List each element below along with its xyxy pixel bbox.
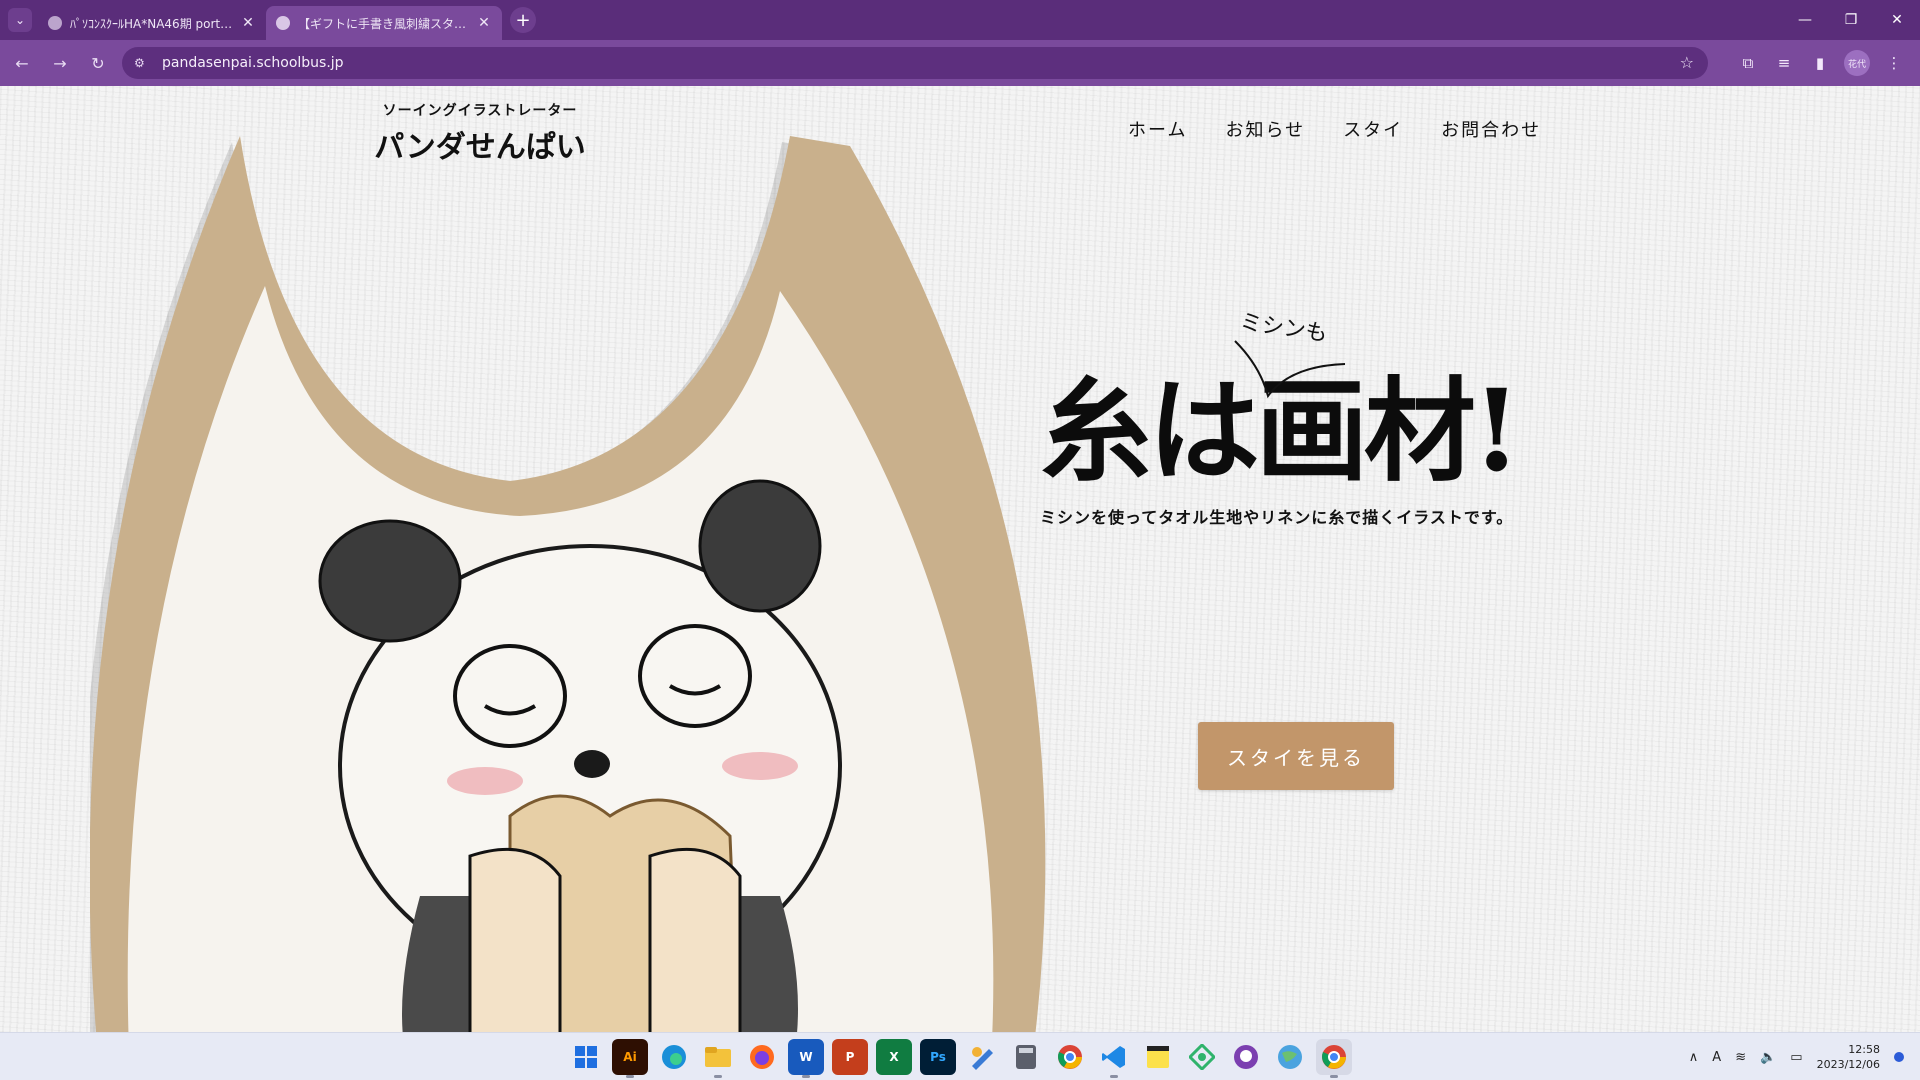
forward-arrow-icon[interactable]: → bbox=[44, 47, 76, 79]
green-app-icon[interactable] bbox=[1184, 1039, 1220, 1075]
site-logo[interactable]: ソーイングイラストレーター パンダせんぱい bbox=[370, 100, 590, 166]
nav-home[interactable]: ホーム bbox=[1128, 116, 1187, 142]
word-icon[interactable]: W bbox=[788, 1039, 824, 1078]
powerpoint-icon[interactable]: P bbox=[832, 1039, 868, 1075]
windows-taskbar: Ai W P X Ps ∧ A ≋ 🔈 ▭ 12:58 2023/12/06 bbox=[0, 1032, 1920, 1080]
clock[interactable]: 12:58 2023/12/06 bbox=[1817, 1042, 1880, 1072]
bib-illustration bbox=[90, 136, 1046, 1032]
view-bibs-button[interactable]: スタイを見る bbox=[1198, 722, 1394, 790]
tab-portfolio[interactable]: ﾊﾟｿｺﾝｽｸｰﾙHA*NA46期 portfolio ✕ bbox=[38, 6, 266, 40]
vscode-icon[interactable] bbox=[1096, 1039, 1132, 1078]
toolbar-actions: ⧉ ≡ ▮ 花代 ⋮ bbox=[1730, 40, 1912, 86]
site-favicon-icon bbox=[48, 16, 62, 30]
paint-icon[interactable] bbox=[964, 1039, 1000, 1075]
page-viewport: ソーイングイラストレーター パンダせんぱい ホーム お知らせ スタイ お問合わせ… bbox=[0, 86, 1920, 1032]
illustrator-icon[interactable]: Ai bbox=[612, 1039, 648, 1078]
nav-news[interactable]: お知らせ bbox=[1225, 116, 1305, 142]
notification-icon[interactable] bbox=[1894, 1052, 1904, 1062]
tab-search-button[interactable]: ⌄ bbox=[8, 8, 32, 32]
new-tab-button[interactable]: + bbox=[510, 7, 536, 33]
calculator-icon[interactable] bbox=[1008, 1039, 1044, 1075]
ime-icon[interactable]: A bbox=[1712, 1050, 1721, 1065]
chevron-up-icon[interactable]: ∧ bbox=[1689, 1050, 1699, 1065]
excel-icon[interactable]: X bbox=[876, 1039, 912, 1075]
address-bar[interactable]: ⚙ pandasenpai.schoolbus.jp ☆ bbox=[122, 47, 1708, 79]
nav-contact[interactable]: お問合わせ bbox=[1441, 116, 1541, 142]
browser-toolbar: ← → ↻ ⚙ pandasenpai.schoolbus.jp ☆ ⧉ ≡ ▮… bbox=[0, 40, 1920, 86]
clock-date: 2023/12/06 bbox=[1816, 1058, 1880, 1071]
edge-icon[interactable] bbox=[656, 1039, 692, 1075]
tab-pandasenpai[interactable]: 【ギフトに手書き風刺繍スタイはいかが ✕ bbox=[266, 6, 502, 40]
firefox-icon[interactable] bbox=[744, 1039, 780, 1075]
restore-icon[interactable]: ❐ bbox=[1828, 0, 1874, 40]
bookmark-star-icon[interactable]: ☆ bbox=[1680, 53, 1694, 72]
side-panel-icon[interactable]: ▮ bbox=[1802, 54, 1838, 72]
site-nav: ホーム お知らせ スタイ お問合わせ bbox=[1128, 116, 1541, 142]
clock-time: 12:58 bbox=[1848, 1043, 1880, 1056]
battery-icon[interactable]: ▭ bbox=[1790, 1050, 1802, 1065]
file-explorer-icon[interactable] bbox=[700, 1039, 736, 1078]
taskbar-apps: Ai W P X Ps bbox=[568, 1039, 1352, 1078]
back-arrow-icon[interactable]: ← bbox=[6, 47, 38, 79]
tab-title: ﾊﾟｿｺﾝｽｸｰﾙHA*NA46期 portfolio bbox=[70, 16, 234, 31]
volume-icon[interactable]: 🔈 bbox=[1760, 1050, 1776, 1065]
close-window-icon[interactable]: ✕ bbox=[1874, 0, 1920, 40]
tab-title: 【ギフトに手書き風刺繍スタイはいかが bbox=[298, 16, 470, 31]
windows-start-icon[interactable] bbox=[568, 1039, 604, 1075]
photoshop-icon[interactable]: Ps bbox=[920, 1039, 956, 1075]
hero-note-arrow bbox=[1234, 340, 1346, 399]
nav-bibs[interactable]: スタイ bbox=[1343, 116, 1403, 142]
extensions-icon[interactable]: ⧉ bbox=[1730, 54, 1766, 72]
wifi-icon[interactable]: ≋ bbox=[1735, 1050, 1746, 1065]
reading-list-icon[interactable]: ≡ bbox=[1766, 54, 1802, 72]
chrome-icon[interactable] bbox=[1052, 1039, 1088, 1075]
minimize-icon[interactable]: — bbox=[1782, 0, 1828, 40]
site-tagline: ソーイングイラストレーター bbox=[382, 103, 578, 119]
hero-section: ミシンも 糸は画材! ミシンを使ってタオル生地やリネンに糸で描くイラストです。 … bbox=[1040, 310, 1570, 790]
sticky-notes-icon[interactable] bbox=[1140, 1039, 1176, 1075]
close-icon[interactable]: ✕ bbox=[476, 15, 492, 31]
profile-avatar[interactable]: 花代 bbox=[1844, 50, 1870, 76]
hero-subtitle: ミシンを使ってタオル生地やリネンに糸で描くイラストです。 bbox=[1040, 508, 1514, 527]
chrome-profile-icon[interactable] bbox=[1316, 1039, 1352, 1078]
reload-icon[interactable]: ↻ bbox=[82, 47, 114, 79]
browser-tab-strip: ⌄ ﾊﾟｿｺﾝｽｸｰﾙHA*NA46期 portfolio ✕ 【ギフトに手書き… bbox=[0, 0, 1920, 40]
window-controls: — ❐ ✕ bbox=[1782, 0, 1920, 40]
github-icon[interactable] bbox=[1228, 1039, 1264, 1075]
url-text: pandasenpai.schoolbus.jp bbox=[162, 55, 344, 71]
system-tray: ∧ A ≋ 🔈 ▭ 12:58 2023/12/06 bbox=[1689, 1033, 1904, 1080]
globe-app-icon[interactable] bbox=[1272, 1039, 1308, 1075]
site-favicon-icon bbox=[276, 16, 290, 30]
close-icon[interactable]: ✕ bbox=[240, 15, 256, 31]
site-info-icon[interactable]: ⚙ bbox=[134, 56, 152, 70]
more-menu-icon[interactable]: ⋮ bbox=[1876, 54, 1912, 72]
site-name: パンダせんぱい bbox=[374, 130, 586, 165]
